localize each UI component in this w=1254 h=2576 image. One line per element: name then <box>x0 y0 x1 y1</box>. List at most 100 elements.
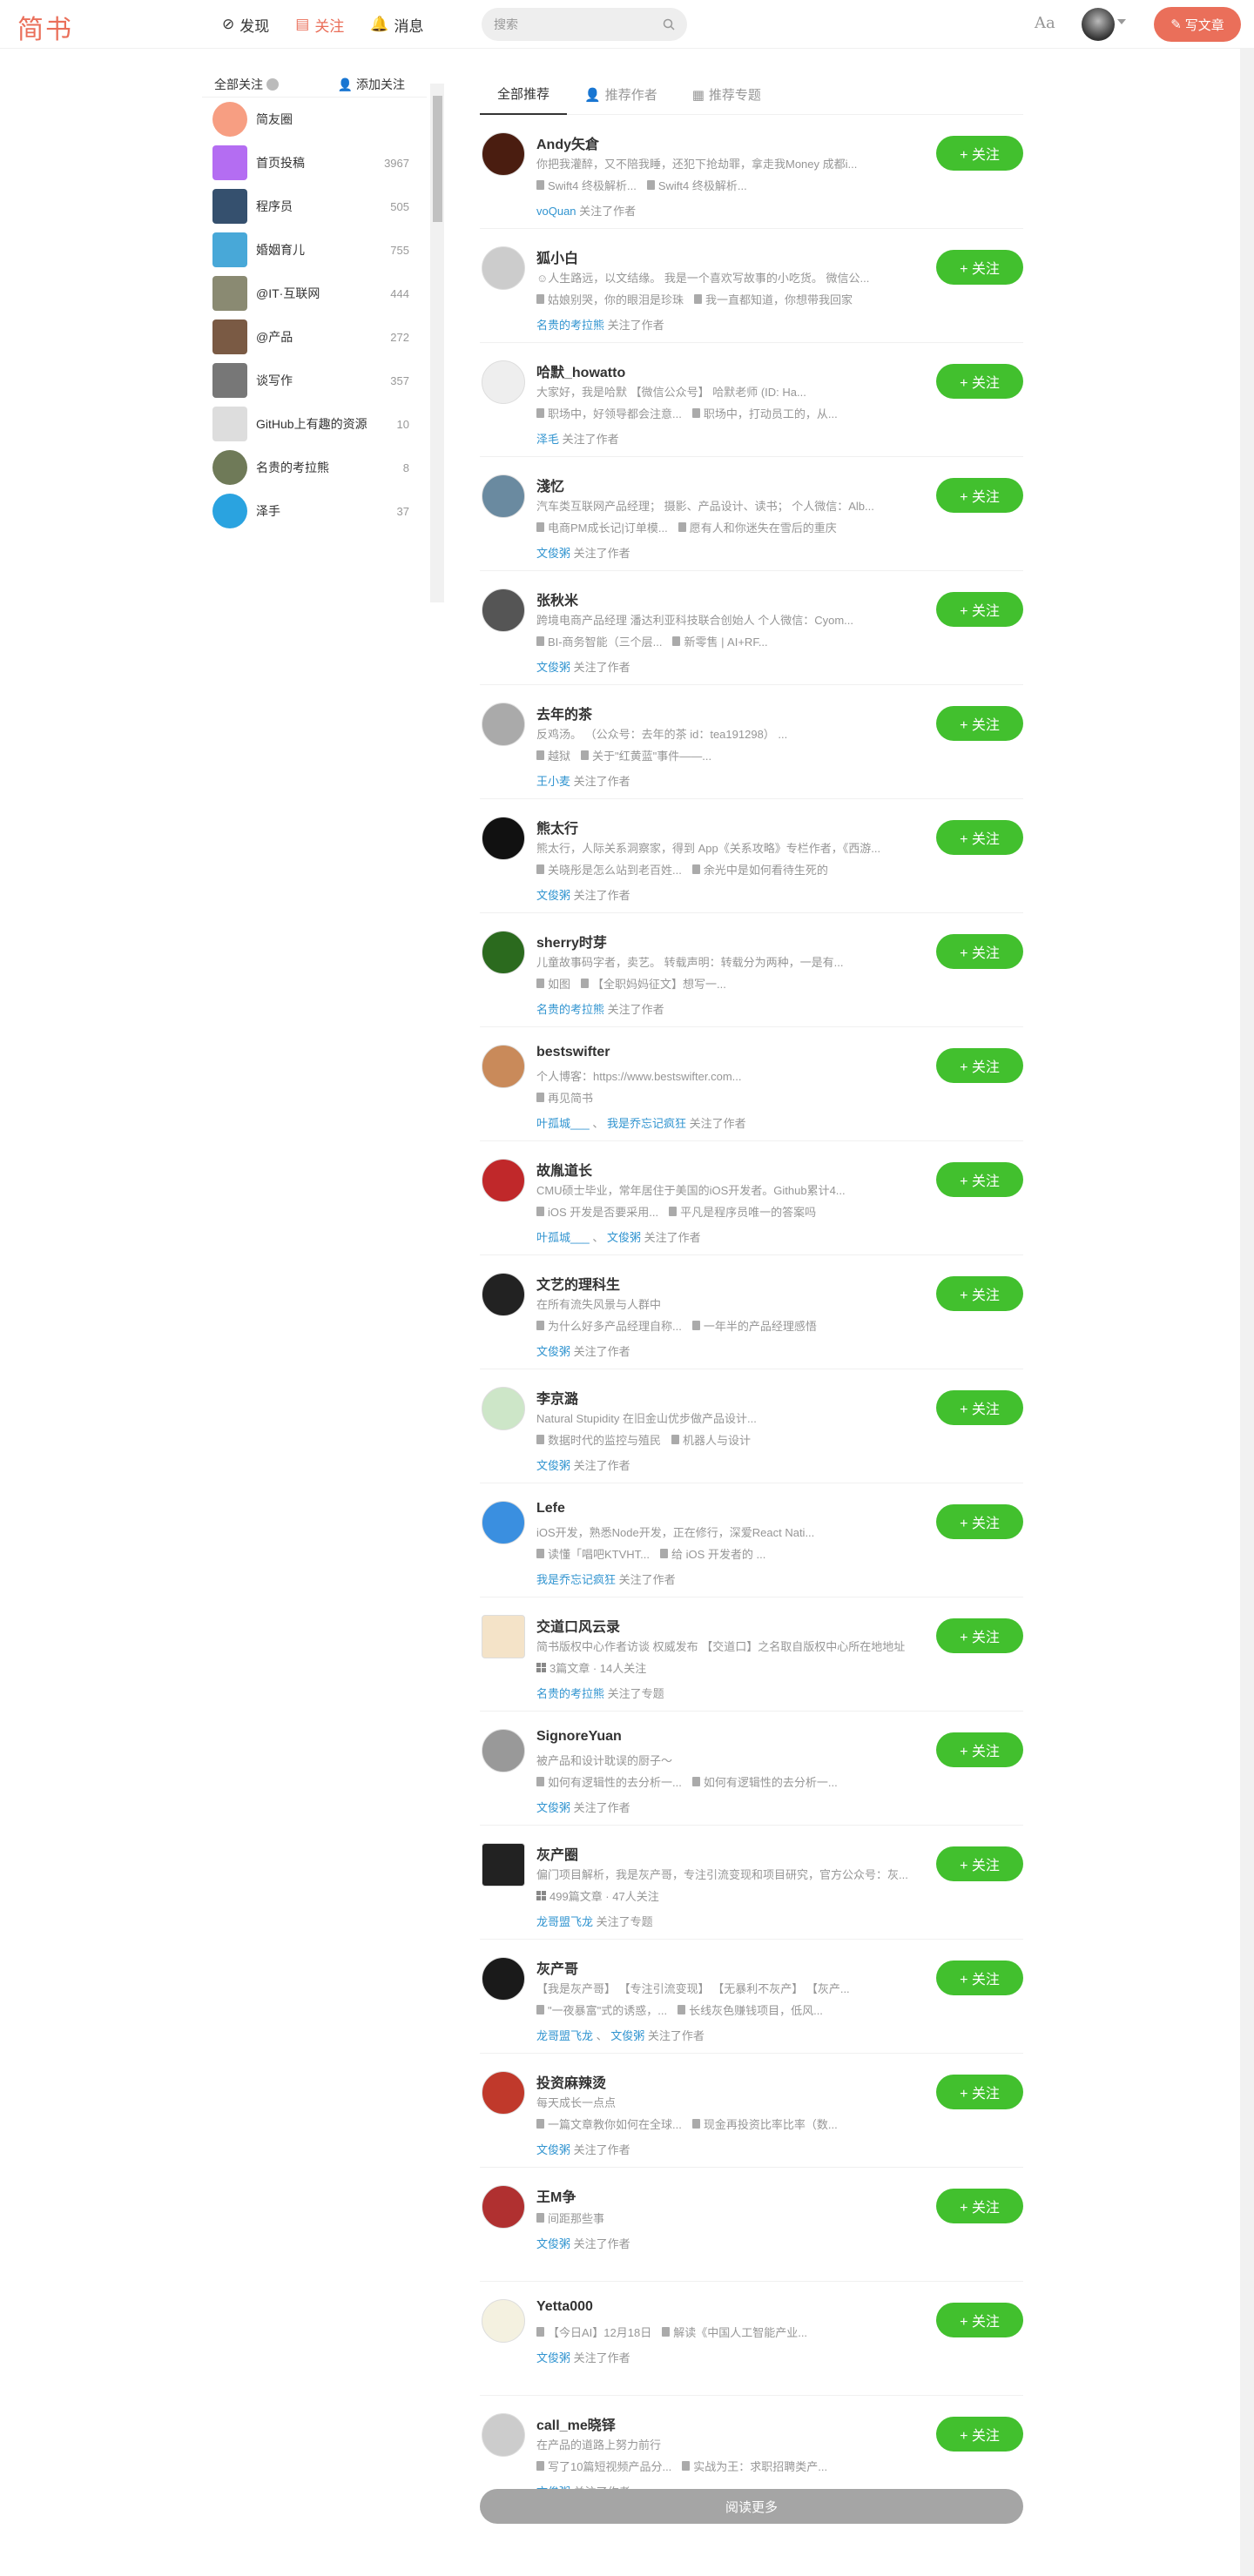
follower-link[interactable]: 文俊粥 <box>607 1231 641 1244</box>
follow-button[interactable]: + 关注 <box>936 2417 1023 2452</box>
article-link[interactable]: 新零售 | AI+RF... <box>672 633 768 649</box>
follow-button[interactable]: + 关注 <box>936 364 1023 399</box>
sidebar-item[interactable]: 名贵的考拉熊 8 <box>202 446 427 489</box>
follow-button[interactable]: + 关注 <box>936 1390 1023 1425</box>
avatar[interactable] <box>482 2071 525 2115</box>
avatar[interactable] <box>482 1273 525 1316</box>
article-link[interactable]: 【全职妈妈征文】想写一... <box>581 975 726 992</box>
avatar[interactable] <box>482 1159 525 1202</box>
avatar[interactable] <box>482 1843 525 1887</box>
article-link[interactable]: 如何有逻辑性的去分析一... <box>536 1773 682 1790</box>
avatar[interactable] <box>482 360 525 404</box>
follow-button[interactable]: + 关注 <box>936 1846 1023 1881</box>
avatar[interactable] <box>482 703 525 746</box>
sidebar-item[interactable]: 简友圈 <box>202 98 427 141</box>
avatar[interactable] <box>482 1729 525 1772</box>
chevron-down-icon[interactable] <box>1117 19 1126 29</box>
article-link[interactable]: 姑娘别哭，你的眼泪是珍珠 <box>536 291 684 307</box>
follower-link[interactable]: 我是乔忘记疯狂 <box>607 1117 686 1130</box>
sidebar-item[interactable]: @IT·互联网 444 <box>202 272 427 315</box>
article-link[interactable]: 关于"红黄蓝"事件——... <box>581 747 711 763</box>
article-link[interactable]: 余光中是如何看待生死的 <box>691 861 828 878</box>
avatar[interactable] <box>482 1501 525 1544</box>
follower-link[interactable]: 名贵的考拉熊 <box>536 319 604 332</box>
user-avatar[interactable] <box>1082 8 1115 41</box>
follow-button[interactable]: + 关注 <box>936 2189 1023 2223</box>
article-link[interactable]: 如图 <box>536 975 570 992</box>
article-link[interactable]: 长线灰色赚钱项目，低风... <box>678 2001 823 2018</box>
sidebar-item[interactable]: @产品 272 <box>202 315 427 359</box>
follower-link[interactable]: 文俊粥 <box>536 2351 570 2364</box>
article-link[interactable]: Swift4 终极解析... <box>536 177 637 193</box>
add-follow-button[interactable]: 👤 添加关注 <box>338 76 405 93</box>
tab-1[interactable]: 👤 推荐作者 <box>567 77 675 115</box>
search-icon[interactable] <box>663 18 675 30</box>
article-link[interactable]: 电商PM成长记|订单模... <box>536 519 668 535</box>
article-link[interactable]: 机器人与设计 <box>671 1431 751 1448</box>
follower-link[interactable]: 文俊粥 <box>536 1801 570 1814</box>
avatar[interactable] <box>482 132 525 176</box>
article-link[interactable]: 越狱 <box>536 747 570 763</box>
article-link[interactable]: 一年半的产品经理感悟 <box>691 1317 817 1334</box>
jianshu-logo[interactable]: 简书 <box>17 8 73 46</box>
follower-link[interactable]: 龙哥盟飞龙 <box>536 1915 593 1928</box>
sidebar-item[interactable]: 程序员 505 <box>202 185 427 228</box>
avatar[interactable] <box>482 1387 525 1430</box>
article-link[interactable]: 【今日AI】12月18日 <box>536 2324 651 2340</box>
article-link[interactable]: 如何有逻辑性的去分析一... <box>691 1773 838 1790</box>
follow-button[interactable]: + 关注 <box>936 592 1023 627</box>
follower-link[interactable]: 我是乔忘记疯狂 <box>536 1573 616 1586</box>
article-link[interactable]: BI-商务智能（三个层... <box>536 633 662 649</box>
follower-link[interactable]: 名贵的考拉熊 <box>536 1687 604 1700</box>
article-link[interactable]: 数据时代的监控与殖民 <box>536 1431 661 1448</box>
sidebar-item[interactable]: GitHub上有趣的资源 10 <box>202 402 427 446</box>
follower-link[interactable]: 王小麦 <box>536 775 570 788</box>
avatar[interactable] <box>482 246 525 290</box>
article-link[interactable]: 愿有人和你迷失在雪后的重庆 <box>678 519 837 535</box>
nav-1[interactable]: ▤ 关注 <box>295 14 344 36</box>
follower-link[interactable]: 龙哥盟飞龙 <box>536 2029 593 2042</box>
article-link[interactable]: 写了10篇短视频产品分... <box>536 2458 671 2474</box>
follower-link[interactable]: 文俊粥 <box>536 1345 570 1358</box>
tab-2[interactable]: ▦ 推荐专题 <box>675 77 779 115</box>
follow-button[interactable]: + 关注 <box>936 1504 1023 1539</box>
avatar[interactable] <box>482 1615 525 1658</box>
article-link[interactable]: 再见简书 <box>536 1089 593 1106</box>
follow-button[interactable]: + 关注 <box>936 934 1023 969</box>
article-link[interactable]: Swift4 终极解析... <box>646 177 747 193</box>
article-link[interactable]: 我一直都知道，你想带我回家 <box>694 291 853 307</box>
write-article-button[interactable]: ✎ 写文章 <box>1154 7 1241 42</box>
article-link[interactable]: 给 iOS 开发者的 ... <box>660 1545 765 1562</box>
follower-link[interactable]: 名贵的考拉熊 <box>536 1003 604 1016</box>
article-link[interactable]: 读懂「唱吧KTVHT... <box>536 1545 650 1562</box>
sidebar-item[interactable]: 谈写作 357 <box>202 359 427 402</box>
follow-button[interactable]: + 关注 <box>936 2303 1023 2337</box>
follow-button[interactable]: + 关注 <box>936 706 1023 741</box>
avatar[interactable] <box>482 2299 525 2343</box>
follow-button[interactable]: + 关注 <box>936 478 1023 513</box>
avatar[interactable] <box>482 931 525 974</box>
all-following-dropdown[interactable]: 全部关注 <box>214 76 279 93</box>
article-link[interactable]: iOS 开发是否要采用... <box>536 1203 658 1220</box>
follow-button[interactable]: + 关注 <box>936 1276 1023 1311</box>
article-link[interactable]: 职场中，好领导都会注意... <box>536 405 682 421</box>
avatar[interactable] <box>482 1957 525 2001</box>
avatar[interactable] <box>482 474 525 518</box>
article-link[interactable]: 实战为王：求职招聘类产... <box>682 2458 827 2474</box>
nav-2[interactable]: 🔔 消息 <box>370 14 423 36</box>
article-link[interactable]: 为什么好多产品经理自称... <box>536 1317 682 1334</box>
follower-link[interactable]: 文俊粥 <box>536 1459 570 1472</box>
sidebar-item[interactable]: 首页投稿 3967 <box>202 141 427 185</box>
follow-button[interactable]: + 关注 <box>936 1961 1023 1995</box>
page-scrollbar[interactable] <box>1240 49 1254 2576</box>
follow-button[interactable]: + 关注 <box>936 1618 1023 1653</box>
follower-link[interactable]: 文俊粥 <box>536 661 570 674</box>
sidebar-item[interactable]: 婚姻育儿 755 <box>202 228 427 272</box>
follower-link[interactable]: 文俊粥 <box>536 547 570 560</box>
follow-button[interactable]: + 关注 <box>936 136 1023 171</box>
avatar[interactable] <box>482 817 525 860</box>
article-link[interactable]: 间距那些事 <box>536 2209 604 2226</box>
follow-button[interactable]: + 关注 <box>936 1732 1023 1767</box>
tab-0[interactable]: 全部推荐 <box>480 77 568 115</box>
follower-link[interactable]: 文俊粥 <box>536 2237 570 2250</box>
